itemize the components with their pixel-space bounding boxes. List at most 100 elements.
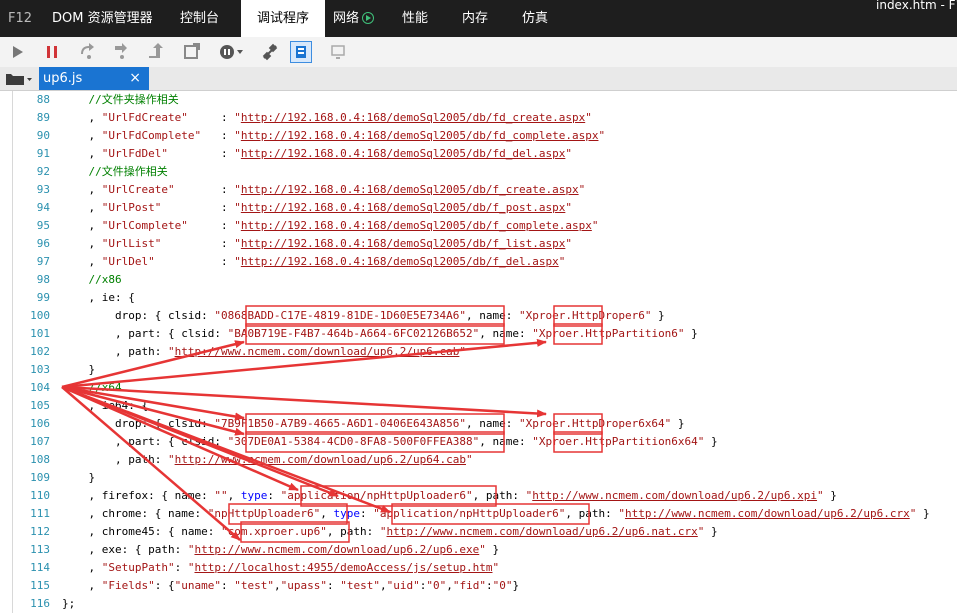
code-line[interactable]: , ie: { [62, 289, 134, 307]
line-number[interactable]: 89 [37, 109, 50, 127]
code-link[interactable]: http://www.ncmem.com/download/up6.2/up6.… [387, 525, 698, 538]
code-link[interactable]: http://192.168.0.4:168/demoSql2005/db/f_… [241, 255, 559, 268]
code-line[interactable]: , ie64: { [62, 397, 148, 415]
close-icon[interactable]: × [129, 67, 141, 90]
line-number[interactable]: 97 [37, 253, 50, 271]
code-link[interactable]: http://localhost:4955/demoAccess/js/setu… [194, 561, 492, 574]
code-line[interactable]: , "UrlComplete" : "http://192.168.0.4:16… [62, 217, 598, 235]
line-number[interactable]: 96 [37, 235, 50, 253]
folder-icon[interactable] [4, 69, 32, 87]
line-number[interactable]: 109 [30, 469, 50, 487]
code-line[interactable]: //文件操作相关 [62, 163, 167, 181]
code-token: " [234, 147, 241, 160]
line-number[interactable]: 103 [30, 361, 50, 379]
play-icon[interactable] [8, 42, 28, 62]
tab-f12[interactable]: F12 [8, 0, 32, 37]
line-number[interactable]: 101 [30, 325, 50, 343]
tab-dom-explorer[interactable]: DOM 资源管理器 [52, 0, 153, 37]
code-token: " [167, 345, 175, 358]
line-number[interactable]: 94 [37, 199, 50, 217]
line-number[interactable]: 105 [30, 397, 50, 415]
disconnect-icon[interactable] [260, 42, 280, 62]
step-into-icon[interactable] [112, 42, 132, 62]
line-number[interactable]: 91 [37, 145, 50, 163]
code-line[interactable]: , "UrlPost" : "http://192.168.0.4:168/de… [62, 199, 572, 217]
line-number[interactable]: 115 [30, 577, 50, 595]
code-line[interactable]: , chrome: { name: "npHttpUploader6", typ… [62, 505, 929, 523]
code-link[interactable]: http://192.168.0.4:168/demoSql2005/db/f_… [241, 237, 566, 250]
line-number[interactable]: 111 [30, 505, 50, 523]
step-out-icon[interactable] [146, 42, 166, 62]
line-number[interactable]: 112 [30, 523, 50, 541]
line-number[interactable]: 104 [30, 379, 50, 397]
code-line[interactable]: , chrome45: { name: "com.xproer.up6", pa… [62, 523, 717, 541]
line-number[interactable]: 107 [30, 433, 50, 451]
tab-emulation[interactable]: 仿真 [522, 0, 548, 37]
line-number[interactable]: 114 [30, 559, 50, 577]
code-line[interactable]: //x86 [62, 271, 121, 289]
line-number[interactable]: 99 [37, 289, 50, 307]
line-number[interactable]: 95 [37, 217, 50, 235]
code-line[interactable]: }; [62, 595, 75, 613]
code-line[interactable]: } [62, 469, 95, 487]
code-line[interactable]: , "UrlDel" : "http://192.168.0.4:168/dem… [62, 253, 565, 271]
code-line[interactable]: , "SetupPath": "http://localhost:4955/de… [62, 559, 499, 577]
code-line[interactable]: , part: { clsid: "307DE0A1-5384-4CD0-8FA… [62, 433, 718, 451]
code-link[interactable]: http://192.168.0.4:168/demoSql2005/db/f_… [241, 201, 566, 214]
line-number[interactable]: 100 [30, 307, 50, 325]
line-number[interactable]: 106 [30, 415, 50, 433]
line-number[interactable]: 116 [30, 595, 50, 613]
code-line[interactable]: , exe: { path: "http://www.ncmem.com/dow… [62, 541, 499, 559]
line-number[interactable]: 110 [30, 487, 50, 505]
code-line[interactable]: , "UrlFdDel" : "http://192.168.0.4:168/d… [62, 145, 572, 163]
code-line[interactable]: , firefox: { name: "", type: "applicatio… [62, 487, 836, 505]
code-link[interactable]: http://192.168.0.4:168/demoSql2005/db/fd… [241, 111, 585, 124]
code-line[interactable]: , "Fields": {"uname": "test","upass": "t… [62, 577, 519, 595]
code-link[interactable]: http://192.168.0.4:168/demoSql2005/db/fd… [241, 147, 566, 160]
code-line[interactable]: //文件夹操作相关 [62, 91, 178, 109]
line-number[interactable]: 113 [30, 541, 50, 559]
code-link[interactable]: http://www.ncmem.com/download/up6.2/up6.… [194, 543, 479, 556]
code-link[interactable]: http://192.168.0.4:168/demoSql2005/db/f_… [241, 219, 592, 232]
code-line[interactable]: , "UrlFdCreate" : "http://192.168.0.4:16… [62, 109, 591, 127]
code-line[interactable]: , "UrlFdComplete" : "http://192.168.0.4:… [62, 127, 605, 145]
tab-console[interactable]: 控制台 [180, 0, 219, 37]
line-number[interactable]: 108 [30, 451, 50, 469]
code-link[interactable]: http://www.ncmem.com/download/up6.2/up6.… [625, 507, 910, 520]
code-link[interactable]: http://www.ncmem.com/download/up6.2/up6.… [175, 345, 460, 358]
network-record-icon[interactable] [362, 12, 374, 24]
just-my-code-icon[interactable] [290, 41, 312, 63]
file-tab-up6js[interactable]: up6.js × [39, 67, 149, 90]
step-over-icon[interactable] [78, 42, 98, 62]
code-line[interactable]: , part: { clsid: "BA0B719E-F4B7-464b-A66… [62, 325, 698, 343]
tab-memory[interactable]: 内存 [462, 0, 488, 37]
code-line[interactable]: drop: { clsid: "7B9F1B50-A7B9-4665-A6D1-… [62, 415, 685, 433]
code-token: , path: [472, 489, 526, 502]
line-number[interactable]: 88 [37, 91, 50, 109]
code-link[interactable]: http://www.ncmem.com/download/up6.2/up64… [175, 453, 466, 466]
line-number[interactable]: 90 [37, 127, 50, 145]
screenshot-icon[interactable] [328, 42, 348, 62]
code-line[interactable]: , "UrlCreate" : "http://192.168.0.4:168/… [62, 181, 585, 199]
tab-debugger[interactable]: 调试程序 [241, 0, 325, 37]
tab-network[interactable]: 网络 [333, 0, 359, 37]
code-line[interactable]: , path: "http://www.ncmem.com/download/u… [62, 343, 466, 361]
exceptions-icon[interactable] [218, 42, 244, 62]
code-token: : { [154, 579, 175, 592]
code-line[interactable]: , "UrlList" : "http://192.168.0.4:168/de… [62, 235, 572, 253]
code-line[interactable]: } [62, 361, 95, 379]
breakpoint-gutter[interactable] [0, 91, 13, 613]
code-link[interactable]: http://192.168.0.4:168/demoSql2005/db/fd… [241, 129, 599, 142]
code-link[interactable]: http://www.ncmem.com/download/up6.2/up6.… [532, 489, 817, 502]
code-line[interactable]: //x64 [62, 379, 121, 397]
pause-icon[interactable] [42, 42, 62, 62]
code-line[interactable]: drop: { clsid: "0868BADD-C17E-4819-81DE-… [62, 307, 665, 325]
line-number[interactable]: 93 [37, 181, 50, 199]
line-number[interactable]: 102 [30, 343, 50, 361]
break-on-new-worker-icon[interactable] [182, 42, 202, 62]
code-link[interactable]: http://192.168.0.4:168/demoSql2005/db/f_… [241, 183, 579, 196]
tab-performance[interactable]: 性能 [402, 0, 428, 37]
line-number[interactable]: 98 [37, 271, 50, 289]
line-number[interactable]: 92 [37, 163, 50, 181]
code-line[interactable]: , path: "http://www.ncmem.com/download/u… [62, 451, 473, 469]
